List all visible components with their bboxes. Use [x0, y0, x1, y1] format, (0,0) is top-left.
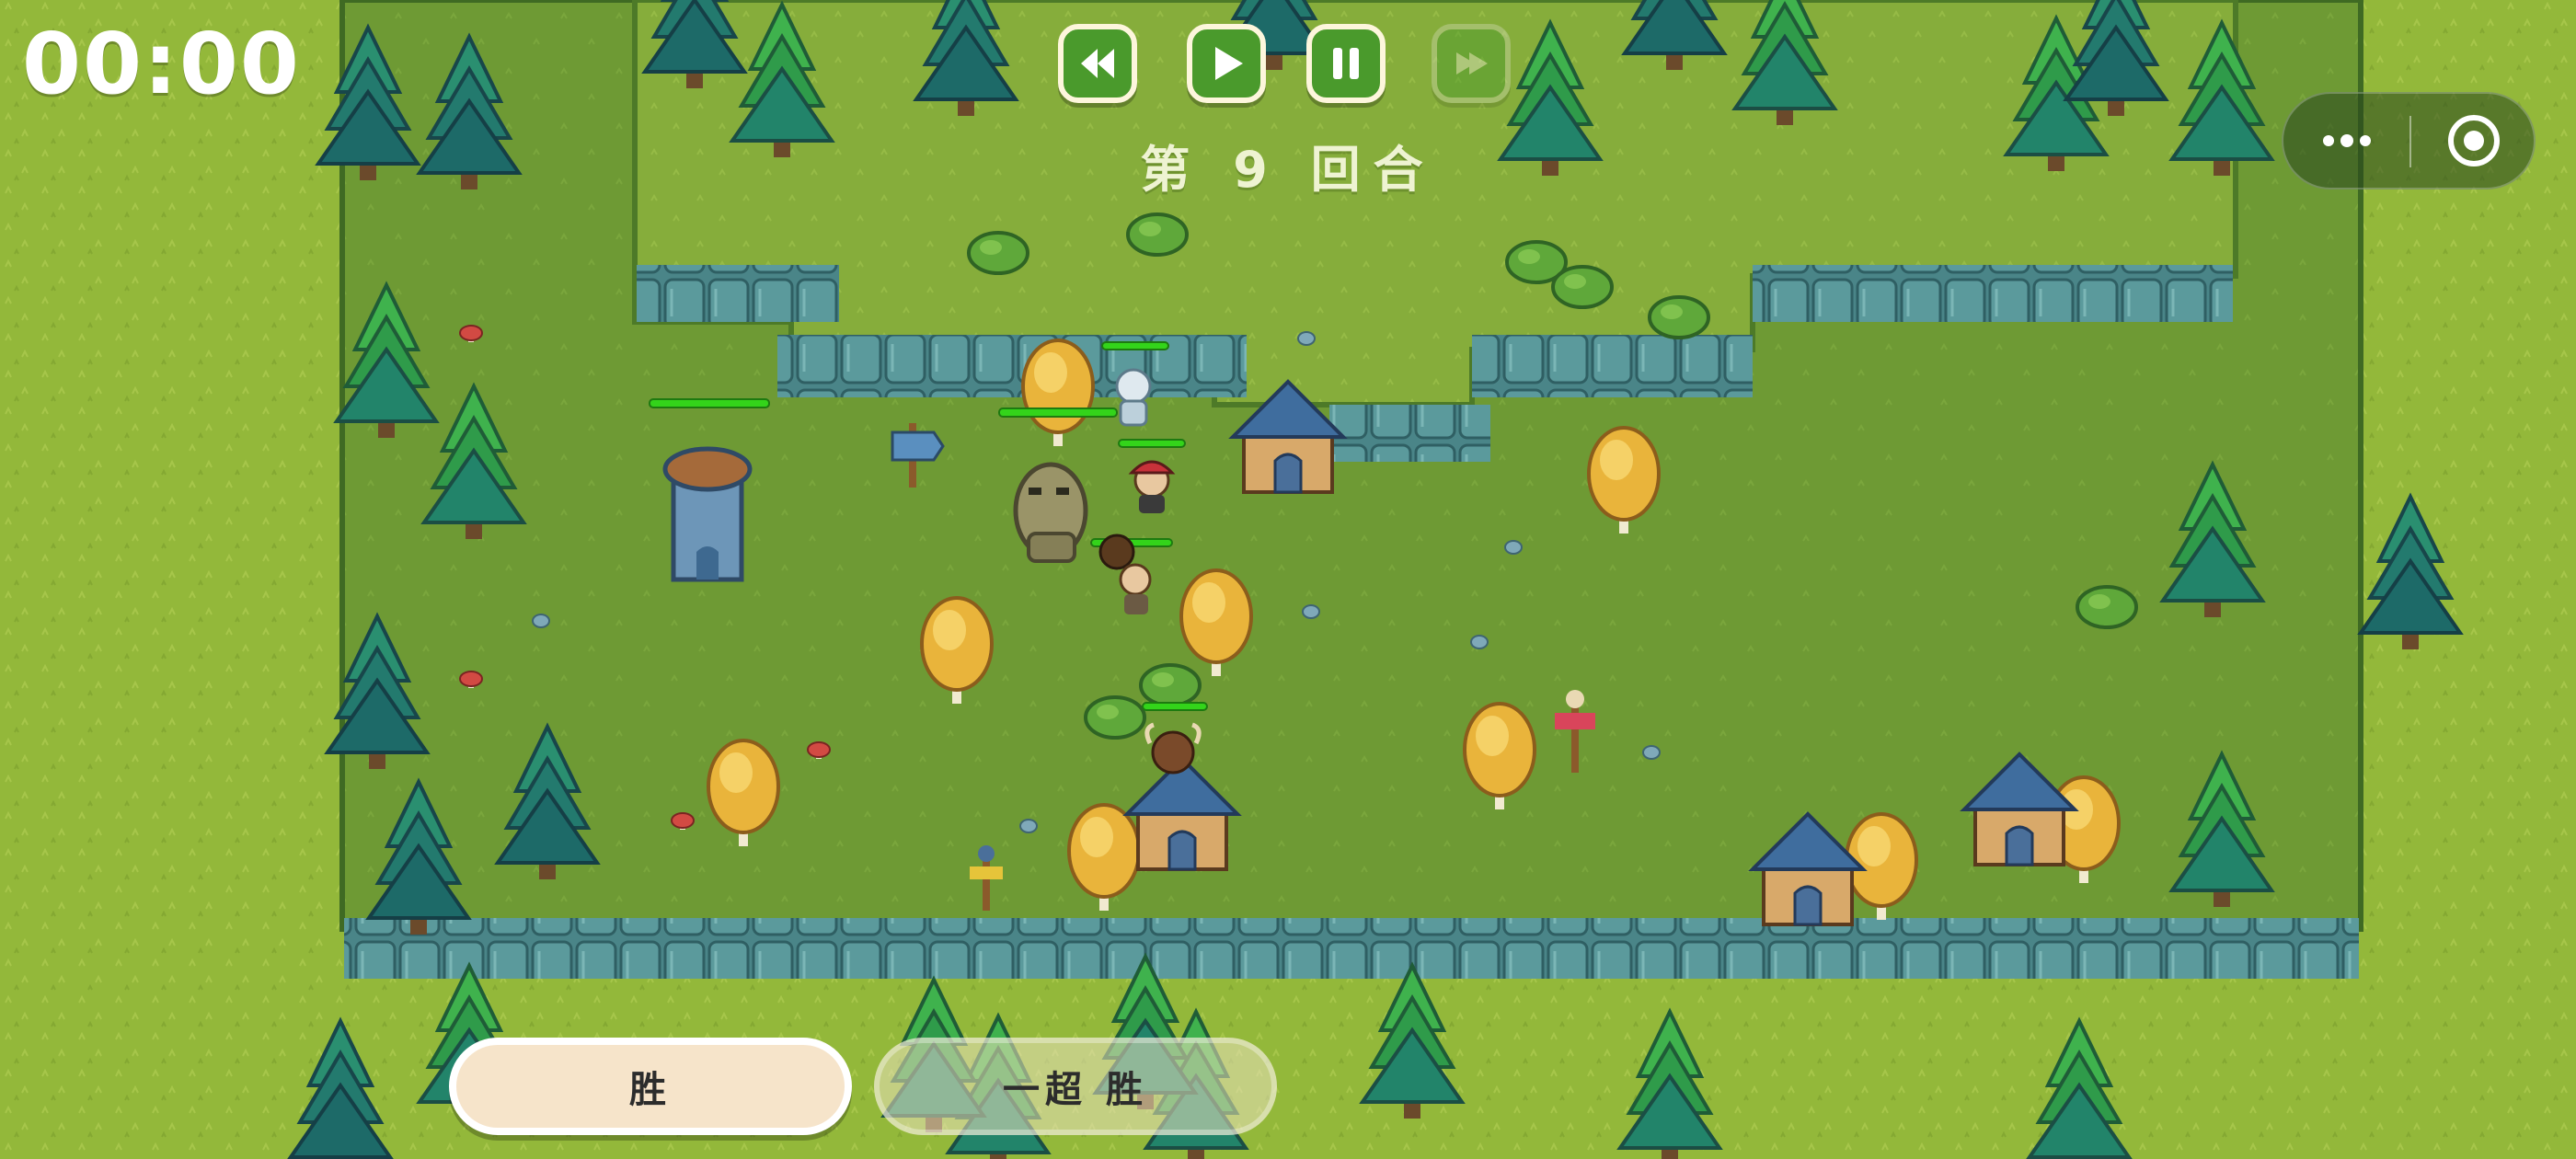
- skip-button[interactable]: [1432, 24, 1511, 103]
- game-stage[interactable]: 00:00 第 9 回合 胜 一超 胜: [0, 0, 2576, 1159]
- more-dots-icon[interactable]: [2283, 94, 2410, 188]
- match-timer: 00:00: [22, 15, 301, 113]
- win-button[interactable]: 胜: [449, 1038, 852, 1135]
- pause-button[interactable]: [1306, 24, 1386, 103]
- round-indicator: 第 9 回合: [1140, 141, 1436, 199]
- mini-program-capsule[interactable]: [2282, 92, 2536, 189]
- play-button[interactable]: [1187, 24, 1266, 103]
- super-win-button[interactable]: 一超 胜: [874, 1038, 1277, 1135]
- rewind-button[interactable]: [1058, 24, 1137, 103]
- rewind-icon: [1081, 49, 1114, 78]
- target-circle-icon[interactable]: [2410, 94, 2537, 188]
- play-icon: [1215, 47, 1243, 80]
- pause-icon: [1333, 48, 1359, 79]
- skip-icon: [1456, 52, 1488, 75]
